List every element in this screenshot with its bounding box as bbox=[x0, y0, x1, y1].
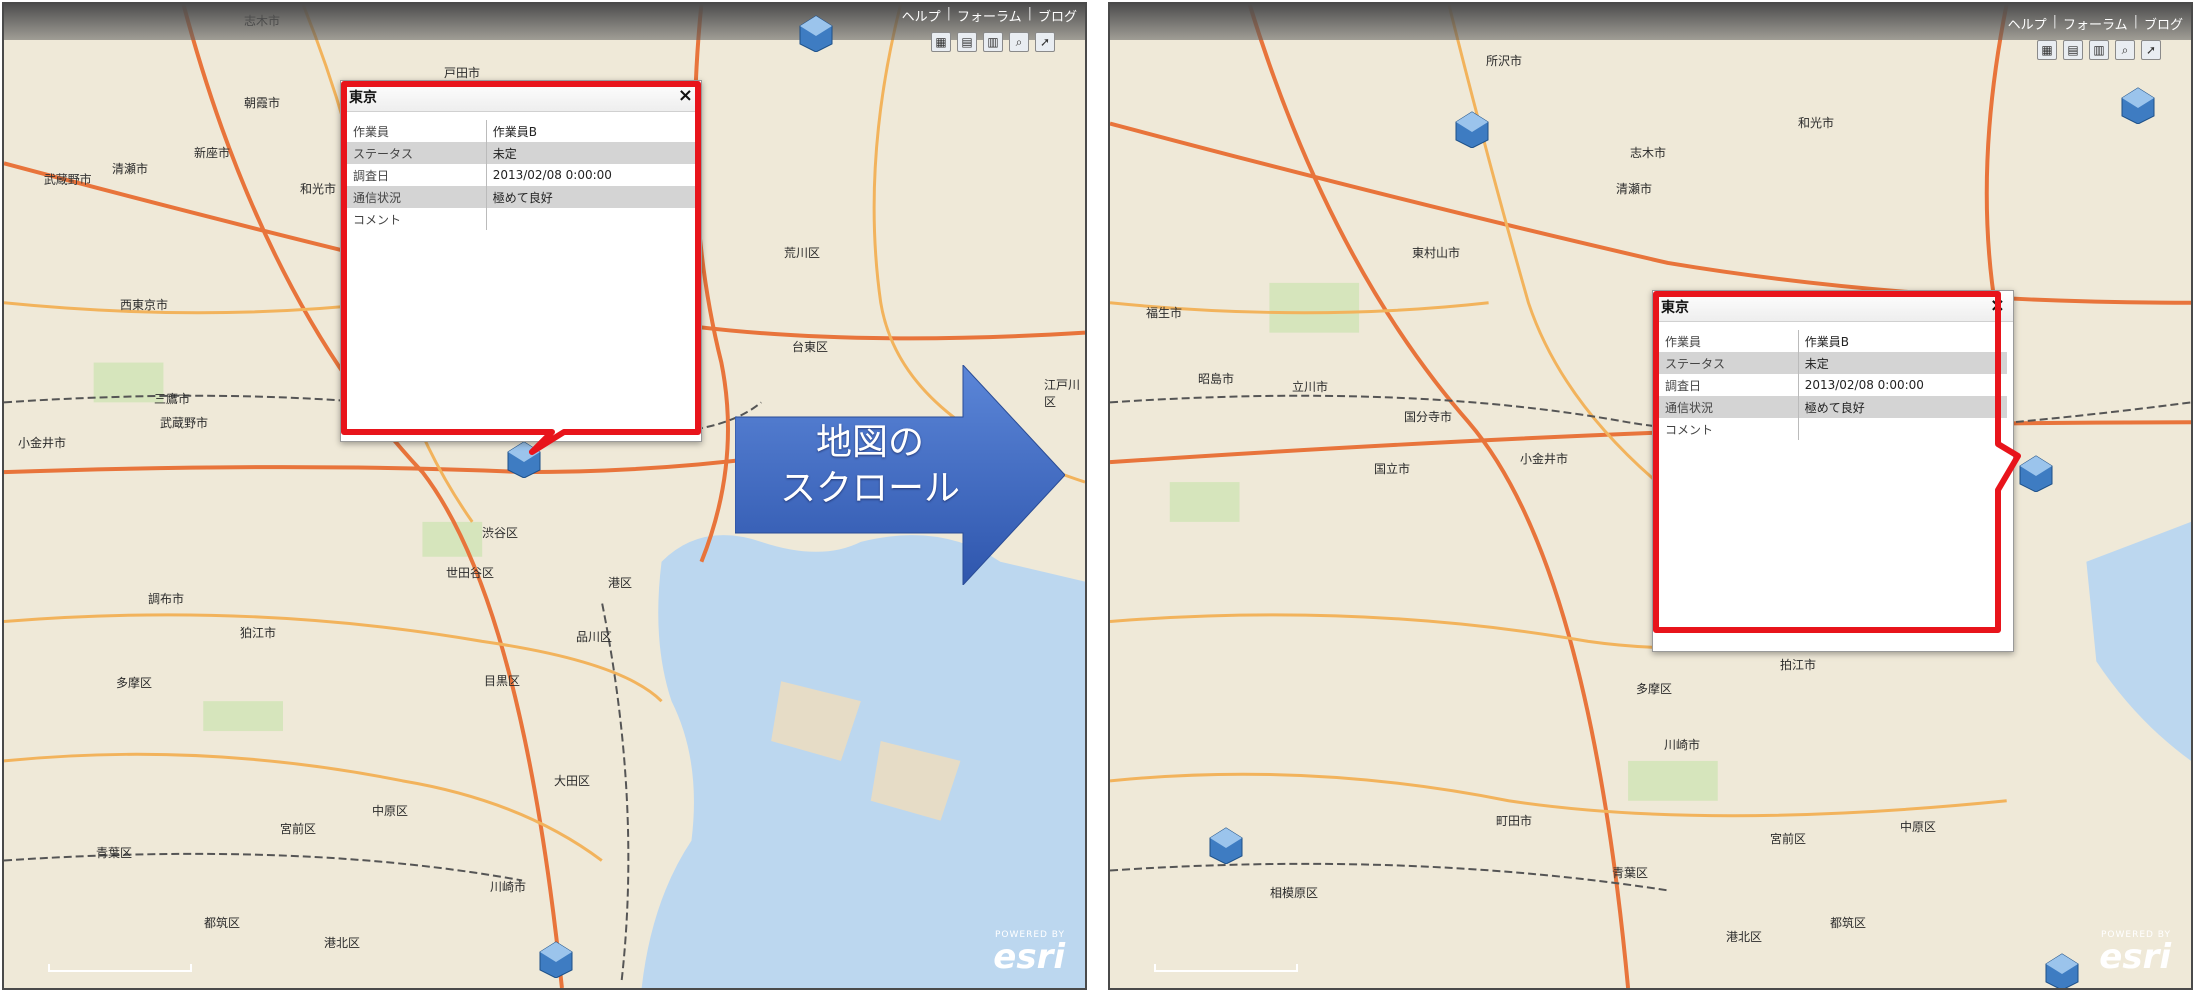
arrow-caption: 地図の スクロール bbox=[779, 422, 960, 509]
scale-bar bbox=[48, 964, 192, 972]
map-panel-after[interactable]: 所沢市 清瀬市 東村山市 国分寺市 国立市 小金井市 立川市 昭島市 福生市 多… bbox=[1108, 2, 2193, 990]
scale-bar bbox=[1154, 964, 1298, 972]
esri-logo: POWERED BY esri bbox=[2099, 930, 2171, 977]
callout-highlight bbox=[1653, 291, 2021, 633]
scroll-arrow: 地図の スクロール bbox=[735, 365, 1065, 585]
esri-logo: POWERED BY esri bbox=[993, 930, 1065, 977]
